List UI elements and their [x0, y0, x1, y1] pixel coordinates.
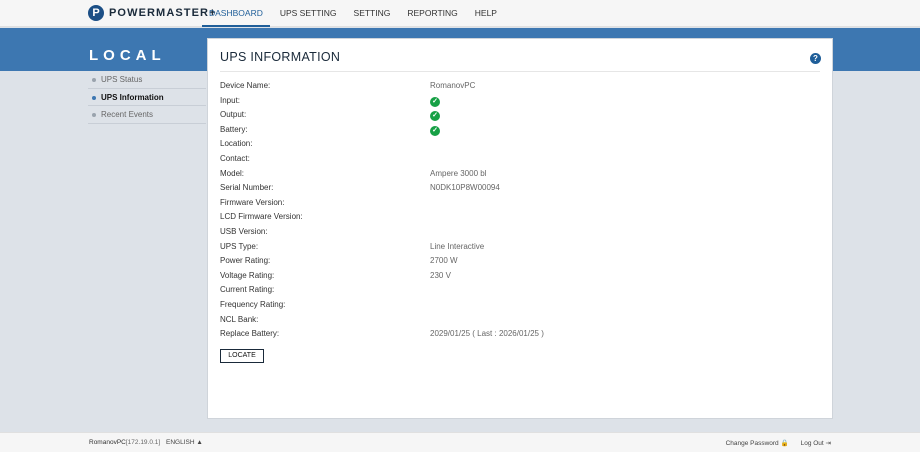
info-label: Device Name: [220, 81, 271, 90]
info-label: Frequency Rating: [220, 300, 286, 309]
info-row: UPS Type: Line Interactive [220, 240, 820, 254]
info-label: Firmware Version: [220, 197, 285, 207]
nav-ups-setting[interactable]: UPS SETTING [273, 0, 344, 27]
info-label: Contact: [220, 154, 250, 163]
change-password-label: Change Password [725, 440, 779, 447]
bullet-icon [92, 78, 96, 82]
ups-information-panel: UPS INFORMATION ? Device Name: RomanovPC I… [207, 38, 833, 419]
info-row: Firmware Version: [220, 196, 820, 210]
info-row: NCL Bank: [220, 313, 820, 327]
info-value: RomanovPC [430, 81, 476, 90]
info-row: Device Name: RomanovPC [220, 79, 820, 93]
bullet-icon [92, 95, 96, 100]
info-row: Frequency Rating: [220, 298, 820, 312]
info-label: USB Version: [220, 227, 268, 236]
sidebar-item-ups-information[interactable]: UPS Information [88, 89, 206, 106]
powermaster-logo-icon: P [88, 5, 104, 21]
info-label: UPS Type: [220, 241, 259, 251]
info-label: NCL Bank: [220, 314, 259, 324]
log-out-link[interactable]: Log Out ⇥ [801, 439, 831, 447]
info-label: Output: [220, 110, 247, 120]
host-name: RomanovPC [89, 439, 126, 446]
section-title: LOCAL [89, 47, 166, 64]
status-ok-icon: ✓ [430, 94, 440, 108]
nav-dashboard[interactable]: DASHBOARD [202, 0, 270, 27]
sidebar-item-ups-status[interactable]: UPS Status [88, 71, 206, 89]
info-label: Model: [220, 168, 245, 178]
info-label: Serial Number: [220, 183, 274, 193]
footer-actions: Change Password 🔒 Log Out ⇥ [726, 439, 831, 447]
info-value: Line Interactive [430, 241, 485, 251]
footer: RomanovPC[172.19.0.1] ENGLISH ▲ Change P… [0, 432, 920, 452]
info-row: Input: ✓ [220, 94, 820, 108]
info-label: Replace Battery: [220, 329, 280, 339]
lock-icon: 🔒 [780, 440, 789, 447]
brand-name: POWERMASTER+ [109, 7, 217, 19]
sidebar-item-recent-events[interactable]: Recent Events [88, 106, 206, 124]
info-label: LCD Firmware Version: [220, 212, 303, 222]
nav-reporting[interactable]: REPORTING [400, 0, 464, 27]
language-label: ENGLISH [166, 439, 195, 446]
info-label: Location: [220, 139, 253, 149]
info-row: Replace Battery: 2029/01/25 ( Last : 2026… [220, 327, 820, 341]
info-row: Voltage Rating: 230 V [220, 269, 820, 283]
panel-title: UPS INFORMATION [220, 50, 341, 64]
info-row: Location: [220, 137, 820, 151]
info-value: Ampere 3000 bl [430, 168, 487, 178]
nav-setting[interactable]: SETTING [347, 0, 398, 27]
top-nav-bar: P POWERMASTER+ DASHBOARD UPS SETTING SET… [0, 0, 920, 27]
info-label: Current Rating: [220, 285, 275, 295]
footer-host-info: RomanovPC[172.19.0.1] ENGLISH ▲ [89, 439, 203, 446]
status-ok-icon: ✓ [430, 123, 440, 137]
brand-logo[interactable]: P POWERMASTER+ [88, 5, 217, 21]
info-label: Battery: [220, 124, 248, 134]
info-row: USB Version: [220, 225, 820, 239]
info-row: Output: ✓ [220, 108, 820, 122]
status-ok-icon: ✓ [430, 108, 440, 122]
info-row: Serial Number: N0DK10P8W00094 [220, 181, 820, 195]
sidebar: UPS Status UPS Information Recent Events [88, 71, 206, 124]
info-value: N0DK10P8W00094 [430, 183, 500, 193]
help-icon[interactable]: ? [810, 53, 821, 64]
info-row: Model: Ampere 3000 bl [220, 167, 820, 181]
main-nav: DASHBOARD UPS SETTING SETTING REPORTING … [202, 0, 507, 27]
info-label: Voltage Rating: [220, 270, 275, 280]
caret-up-icon: ▲ [196, 439, 203, 446]
info-label: Power Rating: [220, 256, 271, 266]
info-row: Power Rating: 2700 W [220, 254, 820, 268]
log-out-label: Log Out [800, 440, 824, 447]
bullet-icon [92, 113, 96, 117]
info-row: Contact: [220, 152, 820, 166]
change-password-link[interactable]: Change Password 🔒 [726, 439, 789, 447]
sidebar-item-label: Recent Events [101, 110, 154, 119]
info-label: Input: [220, 95, 241, 105]
logout-icon: ⇥ [825, 440, 831, 447]
info-value: 230 V [430, 270, 451, 280]
info-row: Battery: ✓ [220, 123, 820, 137]
info-row: Current Rating: [220, 283, 820, 297]
host-ip: [172.19.0.1] [125, 439, 161, 446]
sidebar-item-label: UPS Information [101, 92, 164, 102]
divider [220, 71, 820, 72]
nav-help[interactable]: HELP [468, 0, 504, 27]
info-value: 2029/01/25 ( Last : 2026/01/25 ) [430, 329, 544, 339]
info-row: LCD Firmware Version: [220, 210, 820, 224]
locate-button[interactable]: LOCATE [220, 349, 264, 363]
info-value: 2700 W [430, 256, 458, 266]
language-selector[interactable]: ENGLISH ▲ [166, 439, 203, 446]
sidebar-item-label: UPS Status [101, 75, 143, 84]
